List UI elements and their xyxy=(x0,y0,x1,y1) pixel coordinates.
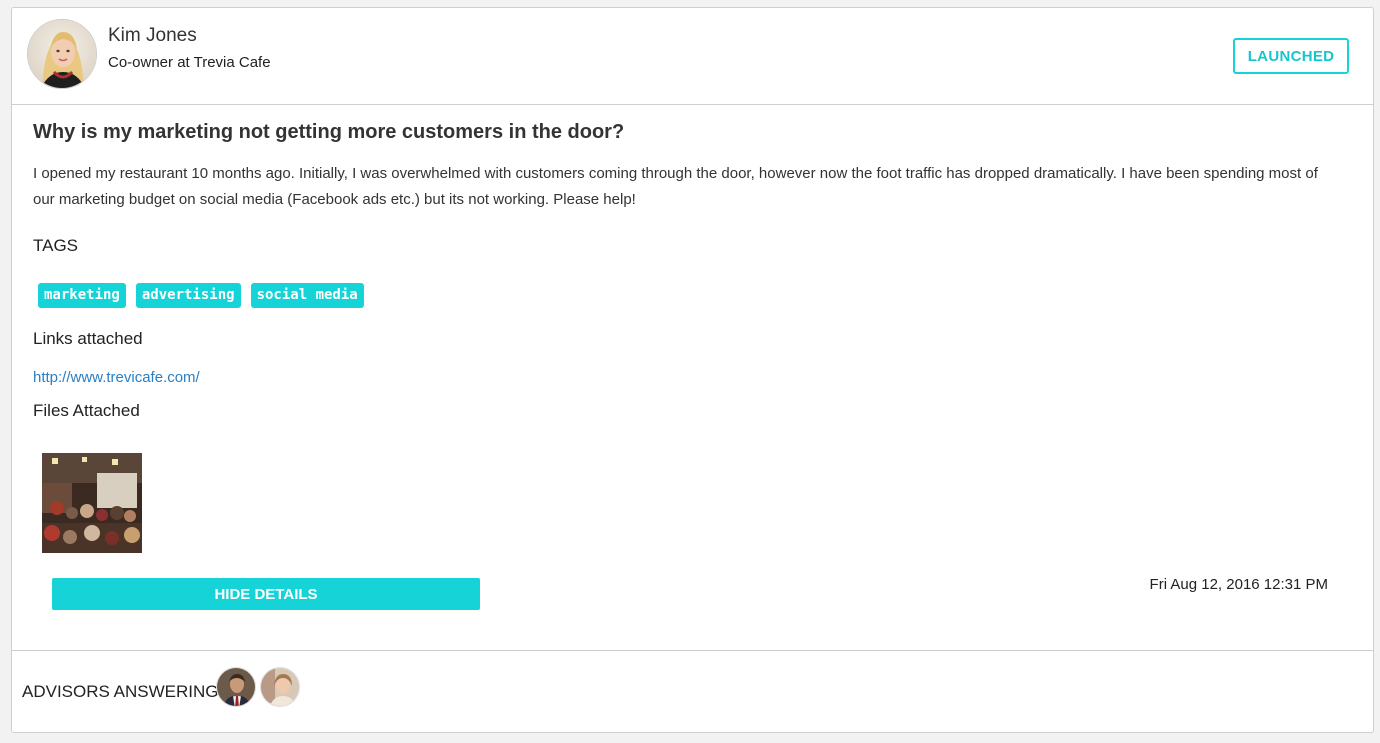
advisors-footer: ADVISORS ANSWERING: xyxy=(12,651,1373,734)
tag-advertising[interactable]: advertising xyxy=(135,283,241,308)
advisor-avatar-list xyxy=(216,667,300,707)
question-timestamp: Fri Aug 12, 2016 12:31 PM xyxy=(1149,576,1328,593)
files-label: Files Attached xyxy=(33,401,140,420)
question-body: I opened my restaurant 10 months ago. In… xyxy=(33,165,1318,208)
user-name: Kim Jones xyxy=(108,25,197,46)
question-card: Kim Jones Co-owner at Trevia Cafe LAUNCH… xyxy=(11,7,1374,733)
advisor-avatar-1-icon xyxy=(217,668,255,706)
advisor-avatar-2-icon xyxy=(261,668,299,706)
user-role: Co-owner at Trevia Cafe xyxy=(108,54,271,71)
question-title: Why is my marketing not getting more cus… xyxy=(33,121,625,143)
advisors-label: ADVISORS ANSWERING: xyxy=(22,682,224,701)
tag-social-media[interactable]: social media xyxy=(250,283,364,308)
user-avatar-photo-icon xyxy=(28,20,96,88)
attached-link[interactable]: http://www.trevicafe.com/ xyxy=(33,369,200,386)
file-thumbnail[interactable] xyxy=(42,453,142,553)
status-badge: LAUNCHED xyxy=(1233,38,1349,74)
hide-details-button[interactable]: HIDE DETAILS xyxy=(52,578,480,610)
tag-list: marketing advertising social media xyxy=(38,283,364,308)
links-label: Links attached xyxy=(33,329,143,348)
restaurant-photo-thumbnail-icon xyxy=(42,453,142,553)
advisor-avatar-2[interactable] xyxy=(260,667,300,707)
tag-marketing[interactable]: marketing xyxy=(38,283,126,308)
question-details: Why is my marketing not getting more cus… xyxy=(12,105,1373,651)
advisor-avatar-1[interactable] xyxy=(216,667,256,707)
user-avatar[interactable] xyxy=(27,19,97,89)
card-header: Kim Jones Co-owner at Trevia Cafe LAUNCH… xyxy=(12,8,1373,105)
tags-label: TAGS xyxy=(33,236,79,255)
